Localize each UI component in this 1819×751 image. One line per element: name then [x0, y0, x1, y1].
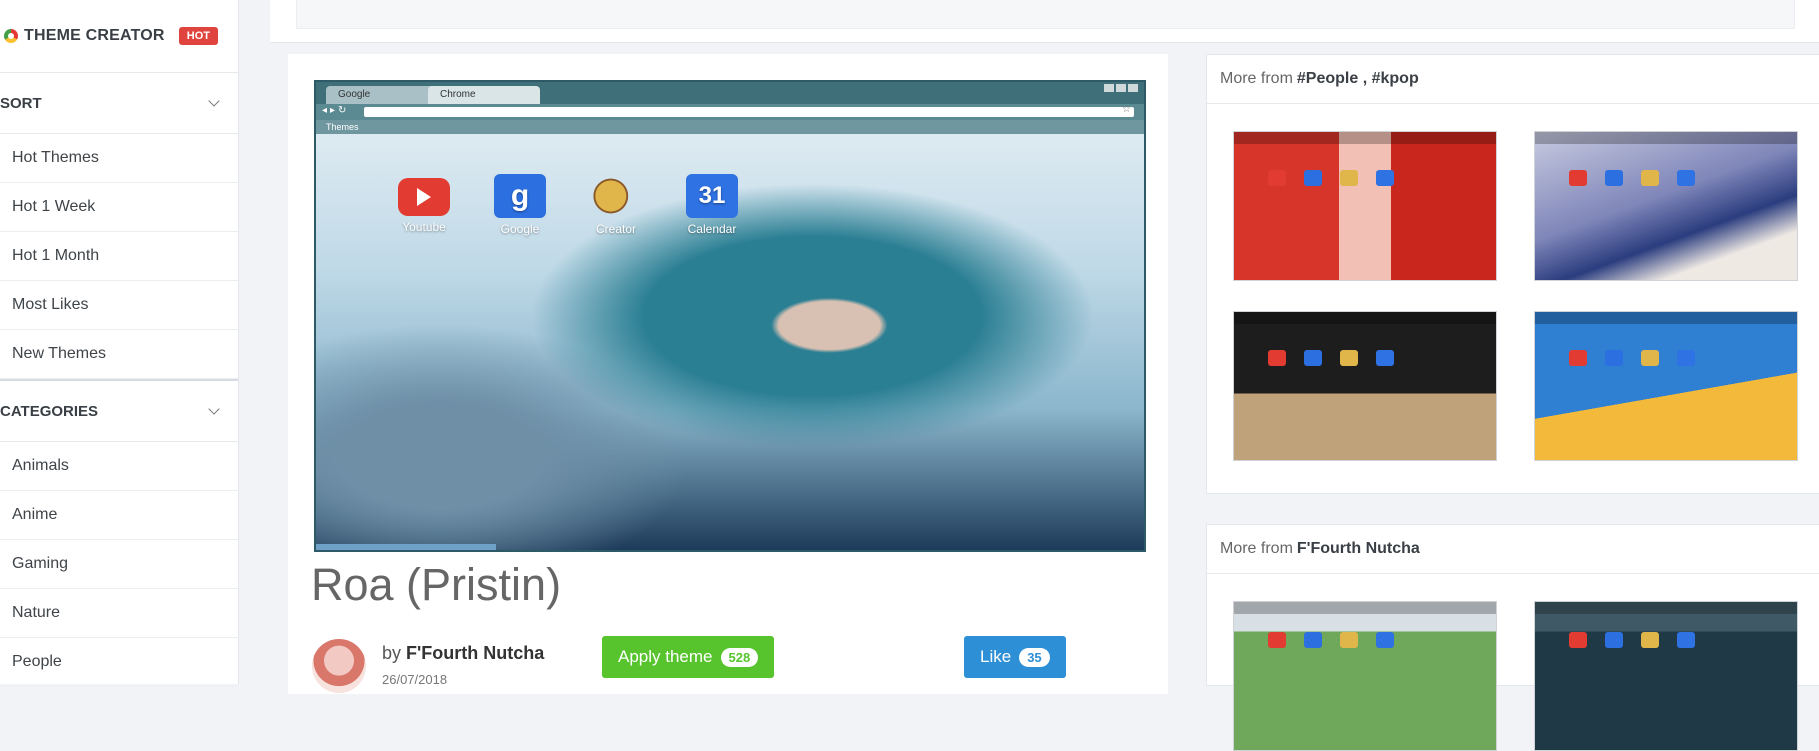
sidebar-item-hot-themes[interactable]: Hot Themes [0, 134, 238, 183]
preview-apps: Youtube g Google Creator 31 Calendar [396, 174, 740, 236]
theme-detail-card: Google Chrome ◂▸↻ ☆ Themes Youtube g Goo… [288, 54, 1168, 694]
related-author-link[interactable]: F'Fourth Nutcha [1297, 540, 1420, 558]
author-link[interactable]: F'Fourth Nutcha [406, 643, 544, 663]
sidebar-item-animals[interactable]: Animals [0, 442, 238, 491]
related-theme-thumbnail[interactable] [1233, 131, 1497, 281]
categories-section-header[interactable]: CATEGORIES [0, 379, 238, 442]
related-theme-thumbnail[interactable] [1233, 311, 1497, 461]
preview-tab: Google [326, 86, 438, 104]
palette-icon [590, 174, 642, 218]
preview-footer-bar [316, 544, 496, 550]
preview-tabstrip: Google Chrome [316, 82, 1144, 104]
by-label: by [382, 643, 402, 663]
calendar-icon: 31 [686, 174, 738, 218]
author-avatar[interactable] [312, 639, 366, 693]
related-author-header: More from F'Fourth Nutcha [1207, 525, 1819, 574]
sort-label: SORT [0, 94, 42, 112]
related-theme-thumbnail[interactable] [1534, 131, 1798, 281]
author-line: by F'Fourth Nutcha [382, 643, 544, 664]
more-from-label: More from [1220, 70, 1293, 87]
brand-title: THEME CREATOR [24, 27, 165, 44]
chrome-logo-icon [4, 29, 18, 43]
app-label: Creator [595, 222, 636, 236]
top-strip [270, 0, 1819, 43]
publish-date: 26/07/2018 [382, 672, 448, 687]
app-label: Calendar [687, 222, 737, 236]
nav-arrows-icon: ◂▸↻ [322, 105, 350, 116]
chevron-down-icon [208, 403, 220, 415]
sidebar-item-hot-1-week[interactable]: Hot 1 Week [0, 183, 238, 232]
chevron-down-icon [208, 95, 220, 107]
like-count-badge: 35 [1019, 647, 1050, 667]
hot-badge: HOT [178, 27, 218, 45]
more-from-label: More from [1220, 540, 1293, 557]
brand-header[interactable]: THEME CREATOR HOT [0, 0, 238, 73]
categories-label: CATEGORIES [0, 402, 99, 420]
star-icon: ☆ [1122, 104, 1131, 115]
sidebar-item-new-themes[interactable]: New Themes [0, 330, 238, 379]
preview-app-youtube: Youtube [396, 174, 452, 236]
sidebar: THEME CREATOR HOT SORT Hot Themes Hot 1 … [0, 0, 239, 687]
preview-app-calendar: 31 Calendar [684, 174, 740, 236]
theme-title: Roa (Pristin) [311, 559, 562, 610]
apply-theme-button[interactable]: Apply theme 528 [602, 636, 775, 678]
youtube-icon [398, 178, 450, 216]
sidebar-item-most-likes[interactable]: Most Likes [0, 281, 238, 330]
like-button[interactable]: Like 35 [964, 636, 1066, 678]
sidebar-item-people[interactable]: People [0, 638, 238, 687]
related-tags-header: More from #People , #kpop [1207, 55, 1819, 104]
sort-section-header[interactable]: SORT [0, 73, 238, 134]
like-label: Like [980, 647, 1012, 666]
preview-toolbar: ◂▸↻ ☆ [316, 104, 1144, 120]
theme-preview-image[interactable]: Google Chrome ◂▸↻ ☆ Themes Youtube g Goo… [314, 80, 1146, 552]
app-label: Youtube [402, 220, 446, 234]
preview-omnibox: ☆ [364, 104, 1134, 117]
related-tags-links[interactable]: #People , #kpop [1297, 70, 1419, 88]
apply-label: Apply theme [618, 647, 713, 666]
window-controls [1104, 84, 1138, 92]
preview-tab: Chrome [428, 86, 540, 104]
related-author-panel: More from F'Fourth Nutcha [1206, 524, 1819, 751]
top-strip-inner [296, 0, 1795, 29]
related-theme-thumbnail[interactable] [1233, 601, 1497, 751]
preview-bookmarks-bar: Themes [316, 120, 1144, 134]
app-label: Google [500, 222, 540, 236]
preview-app-creator: Creator [588, 174, 644, 236]
related-theme-thumbnail[interactable] [1534, 311, 1798, 461]
related-theme-thumbnail[interactable] [1534, 601, 1798, 751]
sidebar-item-anime[interactable]: Anime [0, 491, 238, 540]
sidebar-item-gaming[interactable]: Gaming [0, 540, 238, 589]
apply-count-badge: 528 [720, 647, 759, 667]
preview-app-google: g Google [492, 174, 548, 236]
sidebar-item-nature[interactable]: Nature [0, 589, 238, 638]
related-tags-panel: More from #People , #kpop [1206, 54, 1819, 494]
sidebar-item-hot-1-month[interactable]: Hot 1 Month [0, 232, 238, 281]
google-icon: g [494, 174, 546, 218]
